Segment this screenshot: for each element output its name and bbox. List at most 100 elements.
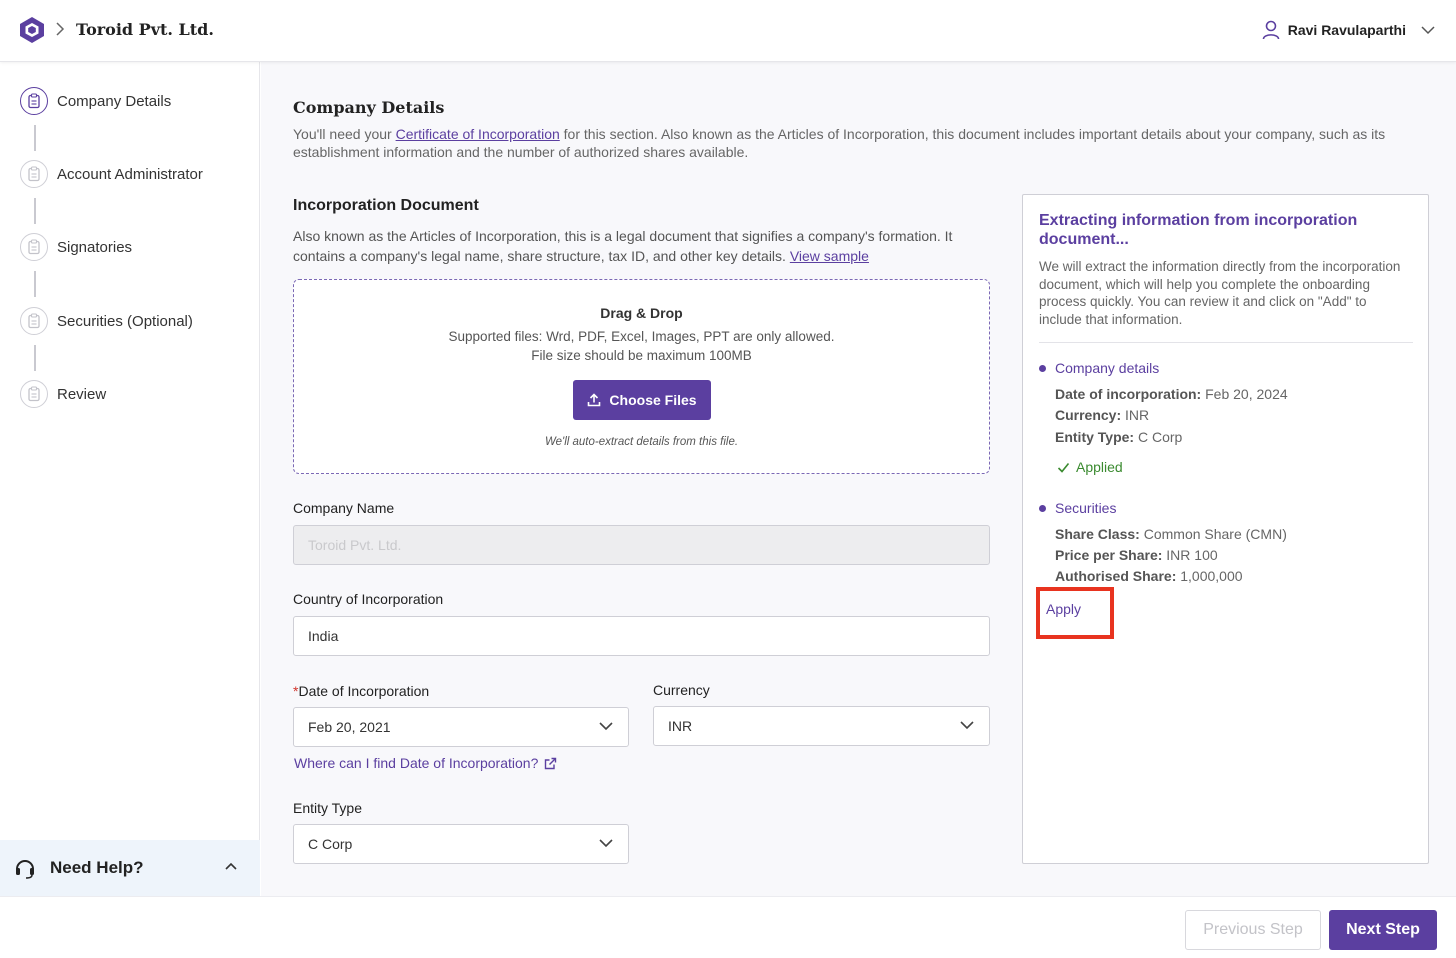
company-name-label: Company Name bbox=[293, 500, 395, 516]
sidebar-step-signatories[interactable]: Signatories bbox=[20, 233, 132, 261]
apply-highlight-box: Apply bbox=[1036, 587, 1114, 639]
sidebar-step-account-administrator[interactable]: Account Administrator bbox=[20, 160, 203, 188]
price-per-share-key: Price per Share: bbox=[1055, 547, 1163, 563]
bullet-dot bbox=[1039, 505, 1046, 512]
main-content: Company Details You'll need your Certifi… bbox=[261, 62, 1456, 896]
view-sample-link[interactable]: View sample bbox=[790, 248, 869, 264]
step-connector bbox=[34, 198, 36, 224]
authorised-share-key: Authorised Share: bbox=[1055, 568, 1177, 584]
chevron-right-icon bbox=[56, 22, 65, 36]
top-bar: Toroid Pvt. Ltd. Ravi Ravulaparthi bbox=[0, 0, 1456, 62]
company-details-heading: Company details bbox=[1055, 360, 1160, 376]
clipboard-icon bbox=[20, 380, 48, 408]
entity-type-label: Entity Type bbox=[293, 800, 363, 816]
sidebar-step-label: Securities (Optional) bbox=[57, 312, 193, 330]
extracted-currency-value: INR bbox=[1125, 407, 1150, 423]
clipboard-icon bbox=[20, 233, 48, 261]
step-connector bbox=[34, 271, 36, 297]
applied-status: Applied bbox=[1057, 459, 1123, 475]
extracted-date-key: Date of incorporation: bbox=[1055, 386, 1202, 402]
sidebar-step-securities[interactable]: Securities (Optional) bbox=[20, 307, 193, 335]
extracted-price-per-share: Price per Share: INR 100 bbox=[1055, 547, 1218, 563]
section-title: Incorporation Document bbox=[293, 197, 479, 214]
company-name-field: Toroid Pvt. Ltd. bbox=[293, 525, 990, 565]
extracted-currency-key: Currency: bbox=[1055, 407, 1122, 423]
company-title: Toroid Pvt. Ltd. bbox=[76, 20, 214, 39]
choose-files-button[interactable]: Choose Files bbox=[573, 380, 711, 420]
currency-select[interactable]: INR bbox=[653, 706, 990, 746]
extraction-panel: Extracting information from incorporatio… bbox=[1022, 194, 1429, 864]
dropzone-note: We'll auto-extract details from this fil… bbox=[544, 436, 739, 448]
date-help-link[interactable]: Where can I find Date of Incorporation? bbox=[294, 755, 557, 771]
extracted-date: Date of incorporation: Feb 20, 2024 bbox=[1055, 386, 1288, 402]
step-connector bbox=[34, 125, 36, 151]
checkmark-icon bbox=[1057, 462, 1070, 473]
extracted-entity-value: C Corp bbox=[1137, 429, 1183, 445]
divider bbox=[1039, 342, 1413, 343]
footer-bar: Previous Step Next Step bbox=[0, 896, 1456, 958]
sidebar: Company Details Account Administrator Si… bbox=[0, 62, 260, 896]
date-label-text: Date of Incorporation bbox=[298, 683, 430, 699]
dropzone-size-limit: File size should be maximum 100MB bbox=[531, 348, 752, 363]
sidebar-step-label: Company Details bbox=[57, 92, 172, 110]
clipboard-icon bbox=[20, 87, 48, 115]
currency-value: INR bbox=[668, 718, 693, 734]
chevron-down-icon bbox=[599, 722, 613, 731]
chevron-up-icon[interactable] bbox=[224, 862, 238, 871]
share-class-key: Share Class: bbox=[1055, 526, 1140, 542]
sidebar-step-review[interactable]: Review bbox=[20, 380, 106, 408]
dropzone-supported-files: Supported files: Wrd, PDF, Excel, Images… bbox=[448, 329, 835, 344]
clipboard-icon bbox=[20, 160, 48, 188]
user-name: Ravi Ravulaparthi bbox=[1287, 22, 1406, 38]
chevron-down-icon bbox=[599, 839, 613, 848]
share-class-value: Common Share (CMN) bbox=[1143, 526, 1287, 542]
headset-icon bbox=[16, 860, 34, 879]
chevron-down-icon bbox=[960, 721, 974, 730]
country-field[interactable]: India bbox=[293, 616, 990, 656]
sidebar-step-label: Review bbox=[57, 385, 107, 403]
sidebar-step-label: Account Administrator bbox=[57, 165, 203, 183]
app-logo-icon[interactable] bbox=[19, 16, 45, 44]
date-value: Feb 20, 2021 bbox=[308, 719, 391, 735]
extracted-entity-key: Entity Type: bbox=[1055, 429, 1135, 445]
authorised-share-value: 1,000,000 bbox=[1180, 568, 1243, 584]
securities-heading: Securities bbox=[1055, 500, 1117, 516]
apply-button[interactable]: Apply bbox=[1046, 601, 1081, 617]
file-dropzone[interactable]: Drag & Drop Supported files: Wrd, PDF, E… bbox=[293, 279, 990, 474]
date-of-incorporation-select[interactable]: Feb 20, 2021 bbox=[293, 707, 629, 747]
sidebar-step-label: Signatories bbox=[57, 238, 133, 256]
entity-type-value: C Corp bbox=[308, 836, 353, 852]
previous-step-button[interactable]: Previous Step bbox=[1185, 910, 1321, 950]
page-title: Company Details bbox=[293, 98, 445, 117]
step-connector bbox=[34, 345, 36, 371]
extraction-title: Extracting information from incorporatio… bbox=[1039, 212, 1358, 248]
dropzone-title: Drag & Drop bbox=[600, 305, 683, 321]
entity-type-select[interactable]: C Corp bbox=[293, 824, 629, 864]
extraction-description: We will extract the information directly… bbox=[1039, 259, 1401, 327]
user-icon bbox=[1262, 20, 1280, 40]
upload-icon bbox=[588, 393, 601, 407]
chevron-down-icon bbox=[1421, 26, 1435, 35]
sidebar-step-company-details[interactable]: Company Details bbox=[20, 87, 171, 115]
external-link-icon bbox=[545, 757, 557, 769]
choose-files-label: Choose Files bbox=[609, 392, 697, 408]
need-help-label: Need Help? bbox=[50, 858, 144, 877]
section-description: Also known as the Articles of Incorporat… bbox=[293, 226, 983, 266]
country-label: Country of Incorporation bbox=[293, 591, 444, 607]
extracted-currency: Currency: INR bbox=[1055, 407, 1149, 423]
extracted-date-value: Feb 20, 2024 bbox=[1205, 386, 1288, 402]
applied-label: Applied bbox=[1076, 459, 1123, 475]
intro-text: You'll need your Certificate of Incorpor… bbox=[293, 126, 1433, 161]
extracted-entity-type: Entity Type: C Corp bbox=[1055, 429, 1182, 445]
intro-text-start: You'll need your bbox=[293, 126, 396, 142]
extracted-authorised-share: Authorised Share: 1,000,000 bbox=[1055, 568, 1243, 584]
bullet-dot bbox=[1039, 365, 1046, 372]
user-menu[interactable]: Ravi Ravulaparthi bbox=[1262, 20, 1436, 40]
need-help-panel[interactable]: Need Help? bbox=[0, 840, 260, 896]
date-label: *Date of Incorporation bbox=[293, 683, 429, 699]
price-per-share-value: INR 100 bbox=[1166, 547, 1218, 563]
certificate-link[interactable]: Certificate of Incorporation bbox=[396, 126, 560, 142]
date-help-text: Where can I find Date of Incorporation? bbox=[294, 755, 539, 771]
next-step-button[interactable]: Next Step bbox=[1329, 910, 1437, 950]
extracted-share-class: Share Class: Common Share (CMN) bbox=[1055, 526, 1287, 542]
